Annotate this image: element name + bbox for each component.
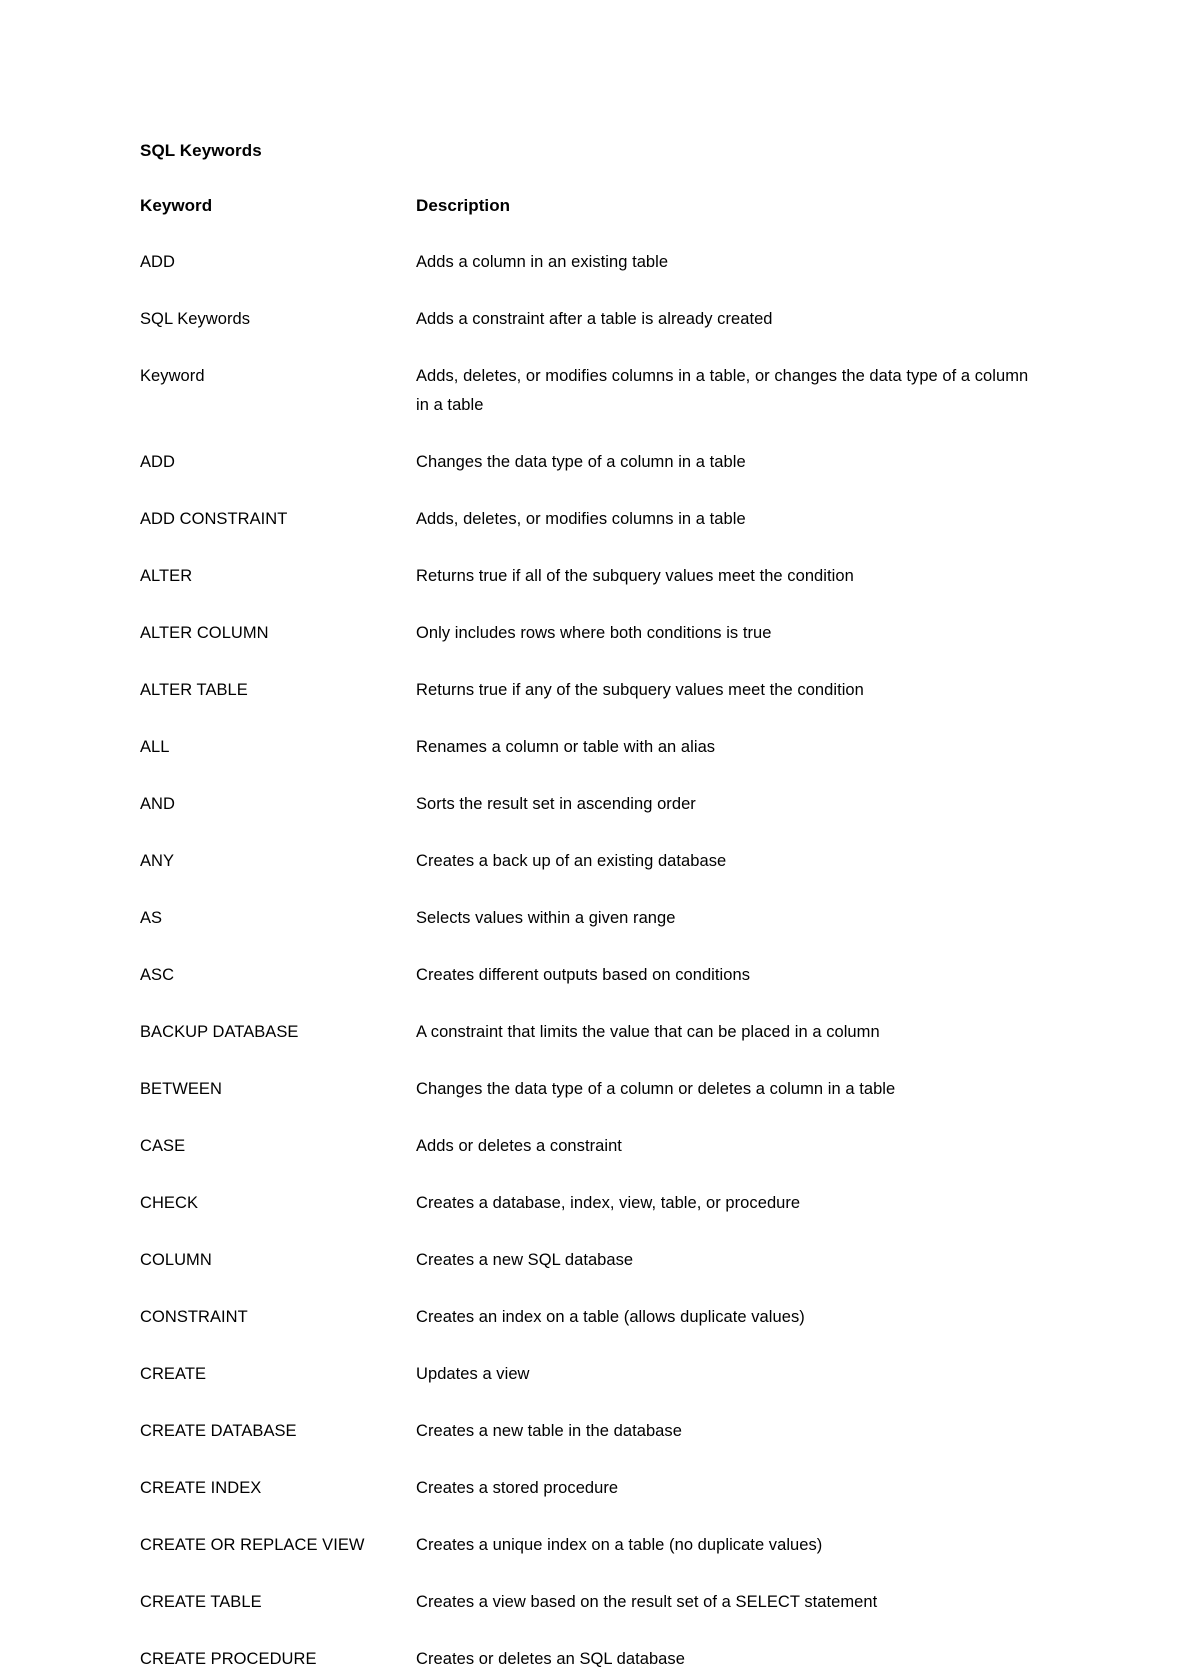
table-row: AND Sorts the result set in ascending ord… <box>140 790 1040 847</box>
column-header-keyword: Keyword <box>140 196 213 215</box>
cell-keyword: BACKUP DATABASE <box>140 1023 299 1041</box>
cell-keyword: ALTER TABLE <box>140 681 248 699</box>
cell-description: Updates a view <box>416 1365 530 1383</box>
cell-keyword: CHECK <box>140 1194 199 1212</box>
cell-keyword: CREATE INDEX <box>140 1479 262 1497</box>
table-row: BETWEEN Changes the data type of a column… <box>140 1075 1040 1132</box>
table-row: AS Selects values within a given range <box>140 904 1040 961</box>
table-row: ADD CONSTRAINT Adds, deletes, or modifies… <box>140 505 1040 562</box>
cell-description: Creates an index on a table (allows dupl… <box>416 1308 805 1326</box>
table-row: CREATE OR REPLACE VIEW Creates a unique i… <box>140 1531 1040 1588</box>
cell-description: Creates a new SQL database <box>416 1251 634 1269</box>
table-row: ASC Creates different outputs based on co… <box>140 961 1040 1018</box>
cell-description: Selects values within a given range <box>416 909 676 927</box>
table-row: CREATE TABLE Creates a view based on the … <box>140 1588 1040 1645</box>
cell-keyword: AND <box>140 795 175 813</box>
cell-description: Returns true if all of the subquery valu… <box>416 567 854 585</box>
cell-keyword: ASC <box>140 966 175 984</box>
cell-keyword: ADD <box>140 453 175 471</box>
sql-keywords-table: Keyword Description ADD Adds a column in … <box>140 191 1040 1674</box>
table-row: SQL Keywords Adds a constraint after a ta… <box>140 305 1040 362</box>
cell-description: Renames a column or table with an alias <box>416 738 716 756</box>
table-row: COLUMN Creates a new SQL database <box>140 1246 1040 1303</box>
cell-description: Creates a back up of an existing databas… <box>416 852 727 870</box>
table-row: ALTER Returns true if all of the subquery… <box>140 562 1040 619</box>
cell-keyword: ALTER COLUMN <box>140 624 269 642</box>
table-row: BACKUP DATABASE A constraint that limits … <box>140 1018 1040 1075</box>
cell-description: Adds, deletes, or modifies columns in a … <box>416 367 1029 414</box>
cell-keyword: CREATE OR REPLACE VIEW <box>140 1536 365 1554</box>
table-header: Keyword Description <box>140 191 1040 248</box>
cell-description: Changes the data type of a column in a t… <box>416 453 746 471</box>
table-row: ADD Adds a column in an existing table <box>140 248 1040 305</box>
cell-keyword: ADD CONSTRAINT <box>140 510 288 528</box>
cell-keyword: ALL <box>140 738 170 756</box>
cell-description: Adds a constraint after a table is alrea… <box>416 310 773 328</box>
cell-description: Creates a stored procedure <box>416 1479 619 1497</box>
table-row: ALTER COLUMN Only includes rows where bot… <box>140 619 1040 676</box>
document-page: SQL Keywords Keyword Description ADD Adds… <box>0 0 1200 1668</box>
table-row: CREATE PROCEDURE Creates or deletes an SQ… <box>140 1645 1040 1674</box>
cell-description: Sorts the result set in ascending order <box>416 795 696 813</box>
cell-keyword: CREATE DATABASE <box>140 1422 297 1440</box>
cell-keyword: Keyword <box>140 367 205 385</box>
cell-description: Changes the data type of a column or del… <box>416 1080 896 1098</box>
cell-description: Creates a database, index, view, table, … <box>416 1194 801 1212</box>
table-row: CREATE Updates a view <box>140 1360 1040 1417</box>
table-row: CONSTRAINT Creates an index on a table (a… <box>140 1303 1040 1360</box>
cell-description: Adds or deletes a constraint <box>416 1137 622 1155</box>
table-row: Keyword Adds, deletes, or modifies column… <box>140 362 1040 448</box>
table-row: CREATE INDEX Creates a stored procedure <box>140 1474 1040 1531</box>
table-row: ALL Renames a column or table with an ali… <box>140 733 1040 790</box>
table-row: ADD Changes the data type of a column in … <box>140 448 1040 505</box>
cell-keyword: CASE <box>140 1137 186 1155</box>
table-header-row: Keyword Description <box>140 191 1040 248</box>
cell-keyword: COLUMN <box>140 1251 212 1269</box>
cell-description: Creates or deletes an SQL database <box>416 1650 685 1668</box>
cell-keyword: SQL Keywords <box>140 310 251 328</box>
cell-description: Adds a column in an existing table <box>416 253 669 271</box>
cell-keyword: ANY <box>140 852 175 870</box>
cell-keyword: ADD <box>140 253 175 271</box>
cell-keyword: CONSTRAINT <box>140 1308 248 1326</box>
cell-keyword: AS <box>140 909 163 927</box>
cell-description: Returns true if any of the subquery valu… <box>416 681 864 699</box>
table-body: ADD Adds a column in an existing table SQL… <box>140 248 1040 1674</box>
cell-description: A constraint that limits the value that … <box>416 1023 880 1041</box>
cell-keyword: CREATE TABLE <box>140 1593 262 1611</box>
table-row: ANY Creates a back up of an existing data… <box>140 847 1040 904</box>
table-row: ALTER TABLE Returns true if any of the su… <box>140 676 1040 733</box>
cell-keyword: BETWEEN <box>140 1080 222 1098</box>
table-row: CHECK Creates a database, index, view, ta… <box>140 1189 1040 1246</box>
cell-description: Creates a view based on the result set o… <box>416 1593 878 1611</box>
cell-keyword: CREATE <box>140 1365 207 1383</box>
cell-keyword: ALTER <box>140 567 193 585</box>
table-row: CASE Adds or deletes a constraint <box>140 1132 1040 1189</box>
cell-description: Adds, deletes, or modifies columns in a … <box>416 510 746 528</box>
page-title: SQL Keywords <box>140 141 262 160</box>
cell-description: Creates different outputs based on condi… <box>416 966 750 984</box>
column-header-description: Description <box>416 196 511 215</box>
cell-keyword: CREATE PROCEDURE <box>140 1650 317 1668</box>
cell-description: Creates a new table in the database <box>416 1422 682 1440</box>
cell-description: Creates a unique index on a table (no du… <box>416 1536 823 1554</box>
cell-description: Only includes rows where both conditions… <box>416 624 772 642</box>
table-row: CREATE DATABASE Creates a new table in th… <box>140 1417 1040 1474</box>
